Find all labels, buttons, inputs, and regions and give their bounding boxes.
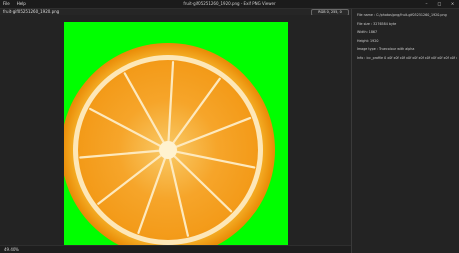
image-filename: fruit-gif05251260_1920.png bbox=[3, 9, 60, 14]
orange-core bbox=[159, 141, 177, 159]
zoom-level: 49.40 bbox=[4, 247, 16, 252]
orange-slice-image bbox=[64, 22, 288, 249]
menu-file[interactable]: File bbox=[3, 1, 10, 7]
minimize-button[interactable]: – bbox=[423, 1, 430, 7]
window-title: fruit-gif05251260_1920.png - Exif PNG Vi… bbox=[183, 1, 276, 6]
zoom-unit: % bbox=[15, 247, 19, 252]
window-controls: – □ × bbox=[423, 1, 456, 7]
file-info-list: File name : C:/photos/png/fruit-gif05251… bbox=[357, 13, 457, 64]
menu-help[interactable]: Help bbox=[17, 1, 26, 7]
info-file-size: File size : 3276584 byte bbox=[357, 21, 397, 26]
image-pane: fruit-gif05251260_1920.png RGB 0, 255, 0 bbox=[0, 9, 351, 253]
info-width: Width: 1867 bbox=[357, 30, 378, 34]
info-file-name: File name : C:/photos/png/fruit-gif05251… bbox=[357, 13, 447, 17]
orange-slice-graphic bbox=[64, 43, 275, 249]
info-panel: File name : C:/photos/png/fruit-gif05251… bbox=[352, 9, 459, 253]
info-image-type: Image type : Truecolour with alpha bbox=[357, 47, 415, 51]
title-bar: fruit-gif05251260_1920.png - Exif PNG Vi… bbox=[0, 0, 459, 9]
status-bar: 49.40 % bbox=[0, 245, 351, 253]
close-button[interactable]: × bbox=[449, 1, 456, 7]
maximize-button[interactable]: □ bbox=[436, 1, 443, 7]
info-height: Height: 1920 bbox=[357, 38, 379, 43]
menu-bar: File Help bbox=[3, 1, 26, 7]
info-extra: Info : icc_profile 0 x0f x0f x0f x0f x0f… bbox=[357, 55, 457, 60]
image-canvas[interactable] bbox=[0, 15, 351, 249]
